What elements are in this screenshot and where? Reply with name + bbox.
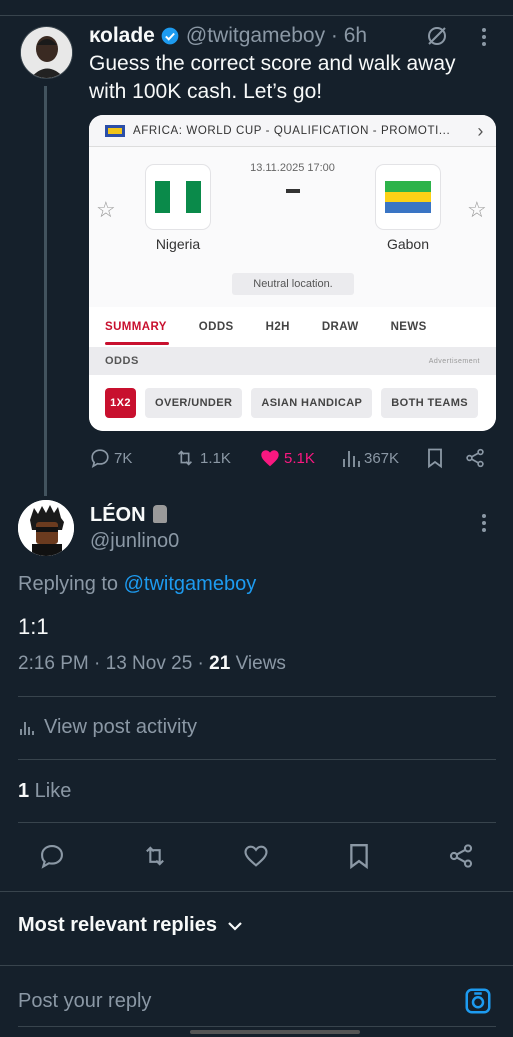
views-label: Views (230, 653, 286, 674)
replying-prefix: Replying to (18, 573, 124, 595)
divider (0, 965, 513, 966)
odds-header: ODDS Advertisement (89, 347, 496, 375)
tweet-text: Guess the correct score and walk away wi… (89, 52, 456, 103)
repost-icon (173, 447, 197, 469)
bookmark-icon[interactable] (425, 447, 445, 469)
divider (18, 696, 496, 697)
replying-to-link[interactable]: @twitgameboy (124, 573, 257, 595)
away-team-name: Gabon (386, 236, 430, 252)
competition-label: AFRICA: WORLD CUP - QUALIFICATION - PROM… (133, 124, 451, 137)
tweet-action-bar: 7K 1.1K 5.1K 367K (89, 446, 489, 470)
tab-h2h: H2H (265, 321, 290, 333)
venue-note: Neutral location. (232, 273, 354, 295)
match-card-image[interactable]: AFRICA: WORLD CUP - QUALIFICATION - PROM… (89, 115, 496, 431)
views-chart-icon (341, 447, 361, 469)
bookmark-icon[interactable] (346, 842, 372, 870)
views-count: 367K (364, 449, 400, 467)
pill-both-teams: BOTH TEAMS (381, 388, 479, 418)
reply-author-name[interactable]: LÉON (90, 504, 168, 527)
reply-action[interactable]: 7K (89, 447, 132, 469)
moai-emoji-icon (153, 505, 168, 523)
like-action[interactable]: 5.1K (259, 447, 315, 469)
home-indicator (190, 1030, 360, 1034)
tab-odds: ODDS (198, 321, 234, 333)
reply-avatar[interactable] (18, 500, 74, 556)
share-icon[interactable] (464, 447, 486, 469)
advertisement-label: Advertisement (428, 357, 480, 365)
tab-news: NEWS (390, 321, 427, 333)
camera-icon[interactable] (463, 986, 493, 1016)
views-number: 21 (209, 653, 231, 674)
nigeria-flag-icon (146, 165, 210, 229)
pill-over-under: OVER/UNDER (145, 388, 243, 418)
divider (18, 759, 496, 760)
match-score (286, 189, 300, 193)
heart-icon[interactable] (242, 842, 270, 870)
match-datetime: 13.11.2025 17:00 (250, 162, 335, 174)
grok-icon[interactable] (425, 24, 449, 48)
heart-filled-icon (259, 447, 281, 469)
favorite-home-star-icon: ☆ (96, 197, 116, 222)
reply-action-bar (0, 838, 513, 878)
gabon-flag-icon (376, 165, 440, 229)
likes-summary[interactable]: 1 Like (18, 780, 71, 803)
sort-replies-dropdown[interactable]: Most relevant replies (18, 914, 243, 937)
views-action[interactable]: 367K (341, 447, 399, 469)
verified-badge-icon (160, 26, 180, 46)
match-summary: ☆ ☆ 13.11.2025 17:00 Nigeria Gabon Neutr… (89, 147, 496, 307)
chevron-right-icon: › (477, 121, 484, 141)
tab-summary: SUMMARY (105, 321, 169, 345)
reply-meta: 2:16 PM · 13 Nov 25 · 21 Views (18, 653, 286, 675)
author-avatar[interactable] (20, 26, 73, 79)
odds-label: ODDS (105, 355, 139, 367)
reply-icon (89, 447, 111, 469)
reply-count: 7K (114, 449, 133, 467)
thread-connector (44, 86, 47, 496)
divider (18, 822, 496, 823)
reply-timestamp[interactable]: 2:16 PM · 13 Nov 25 · (18, 653, 209, 674)
view-post-activity-label: View post activity (44, 716, 198, 738)
reply-text: 1:1 (18, 614, 49, 639)
competition-bar: AFRICA: WORLD CUP - QUALIFICATION - PROM… (89, 115, 496, 147)
reply-author-name-text: LÉON (90, 504, 146, 526)
like-count: 5.1K (284, 449, 315, 467)
replying-to: Replying to @twitgameboy (18, 573, 256, 596)
tab-draw: DRAW (321, 321, 359, 333)
like-number: 1 (18, 780, 30, 802)
pill-asian-handicap: ASIAN HANDICAP (251, 388, 373, 418)
like-label: Like (29, 780, 72, 802)
more-options-icon[interactable] (478, 26, 490, 48)
odds-pills: 1X2 OVER/UNDER ASIAN HANDICAP BOTH TEAMS (89, 375, 496, 431)
reply-input[interactable]: Post your reply (18, 990, 151, 1013)
repost-icon[interactable] (140, 842, 170, 870)
favorite-away-star-icon: ☆ (467, 197, 487, 222)
top-divider (0, 0, 513, 16)
divider (0, 891, 513, 892)
share-icon[interactable] (447, 842, 475, 870)
sort-label: Most relevant replies (18, 914, 217, 936)
chevron-down-icon (227, 920, 243, 932)
repost-count: 1.1K (200, 449, 231, 467)
view-post-activity[interactable]: View post activity (18, 716, 197, 739)
pill-1x2: 1X2 (105, 388, 136, 418)
author-handle-time[interactable]: @twitgameboy · 6h (186, 24, 367, 48)
tweet-header: κοlade @twitgameboy · 6h (89, 22, 367, 50)
author-name[interactable]: κοlade (89, 24, 155, 48)
reply-more-options-icon[interactable] (478, 512, 490, 534)
competition-flag-icon (105, 124, 125, 137)
activity-chart-icon (18, 719, 36, 737)
divider (18, 1026, 496, 1027)
home-team-name: Nigeria (155, 236, 201, 252)
repost-action[interactable]: 1.1K (173, 447, 231, 469)
match-tabs: SUMMARY ODDS H2H DRAW NEWS (89, 307, 496, 347)
reply-icon[interactable] (38, 842, 66, 870)
reply-author-handle[interactable]: @junlino0 (90, 530, 179, 553)
